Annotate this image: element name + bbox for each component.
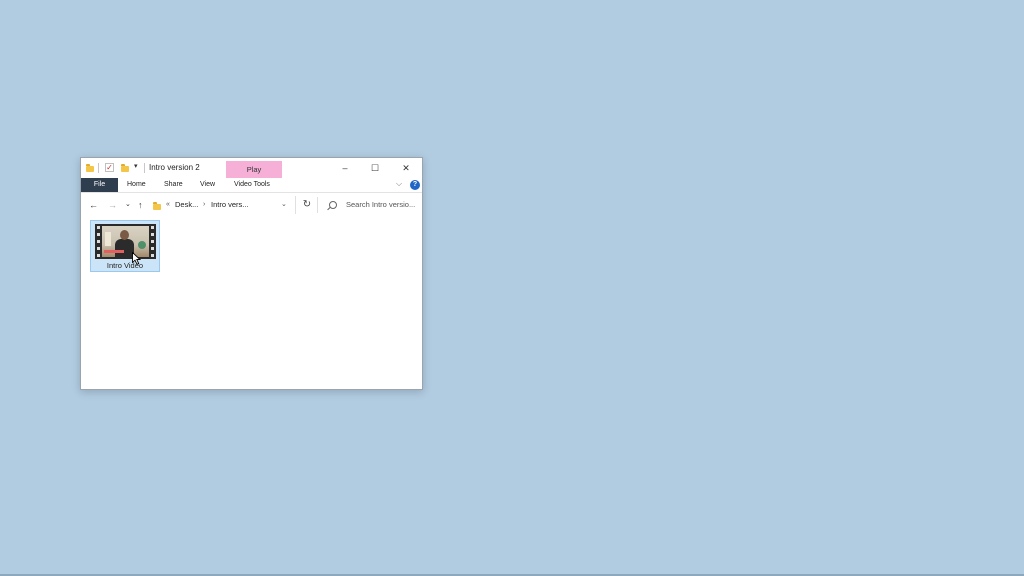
thumbnail-lamp — [105, 232, 111, 246]
address-bar[interactable]: « Desk... › Intro vers... ⌄ — [147, 196, 296, 214]
breadcrumb-intro-version[interactable]: Intro vers... — [211, 200, 249, 210]
navigation-bar: ← → ⌄ ↑ « Desk... › Intro vers... ⌄ ↻ Se… — [81, 193, 422, 217]
file-name: Intro Video — [106, 261, 144, 270]
help-icon[interactable]: ? — [410, 180, 420, 190]
breadcrumb-desktop[interactable]: Desk... — [175, 200, 198, 210]
back-arrow-icon[interactable]: ← — [89, 199, 98, 211]
up-arrow-icon[interactable]: ↑ — [138, 199, 143, 211]
tab-file[interactable]: File — [81, 178, 118, 192]
tab-view[interactable]: View — [200, 178, 215, 192]
address-overflow[interactable]: « — [166, 200, 170, 210]
folder-icon — [86, 163, 94, 173]
properties-checkmark-icon[interactable]: ✓ — [105, 163, 114, 172]
title-bar[interactable]: ✓ ▾ Intro version 2 Play – ☐ ✕ — [81, 158, 422, 178]
new-folder-icon[interactable] — [121, 163, 129, 173]
title-divider — [144, 163, 145, 173]
refresh-icon[interactable]: ↻ — [297, 197, 318, 213]
search-icon — [329, 201, 337, 209]
tab-video-tools[interactable]: Video Tools — [234, 178, 270, 192]
minimize-button[interactable]: – — [333, 161, 357, 175]
search-placeholder: Search Intro versio... — [346, 200, 416, 209]
file-explorer-window: ✓ ▾ Intro version 2 Play – ☐ ✕ File Home… — [80, 157, 423, 390]
close-button[interactable]: ✕ — [394, 161, 418, 175]
search-input[interactable]: Search Intro versio... — [321, 196, 419, 214]
tab-home[interactable]: Home — [127, 178, 146, 192]
window-title: Intro version 2 — [149, 163, 200, 172]
forward-arrow-icon[interactable]: → — [108, 199, 117, 211]
thumbnail-person-head — [120, 230, 129, 240]
address-dropdown-chevron-icon[interactable]: ⌄ — [281, 200, 287, 210]
address-folder-icon — [153, 202, 161, 210]
ribbon-tabs: File Home Share View Video Tools ⌵ ? — [81, 178, 422, 193]
tab-share[interactable]: Share — [164, 178, 183, 192]
film-strip-right — [150, 226, 155, 257]
tab-play-context[interactable]: Play — [226, 161, 282, 178]
breadcrumb-separator-icon: › — [203, 201, 206, 208]
recent-locations-chevron-icon[interactable]: ⌄ — [125, 199, 131, 211]
film-strip-left — [96, 226, 101, 257]
file-item-intro-video[interactable]: Intro Video — [90, 220, 160, 272]
customize-quick-access-icon[interactable]: ▾ — [134, 162, 138, 170]
file-list-area[interactable]: Intro Video — [81, 217, 422, 389]
expand-ribbon-chevron-icon[interactable]: ⌵ — [396, 179, 402, 189]
qa-divider — [98, 163, 99, 173]
video-thumbnail — [95, 224, 156, 259]
thumbnail-plant — [138, 241, 146, 249]
video-frame — [102, 226, 149, 257]
maximize-button[interactable]: ☐ — [363, 161, 387, 175]
thumbnail-caption-bar — [104, 250, 124, 253]
